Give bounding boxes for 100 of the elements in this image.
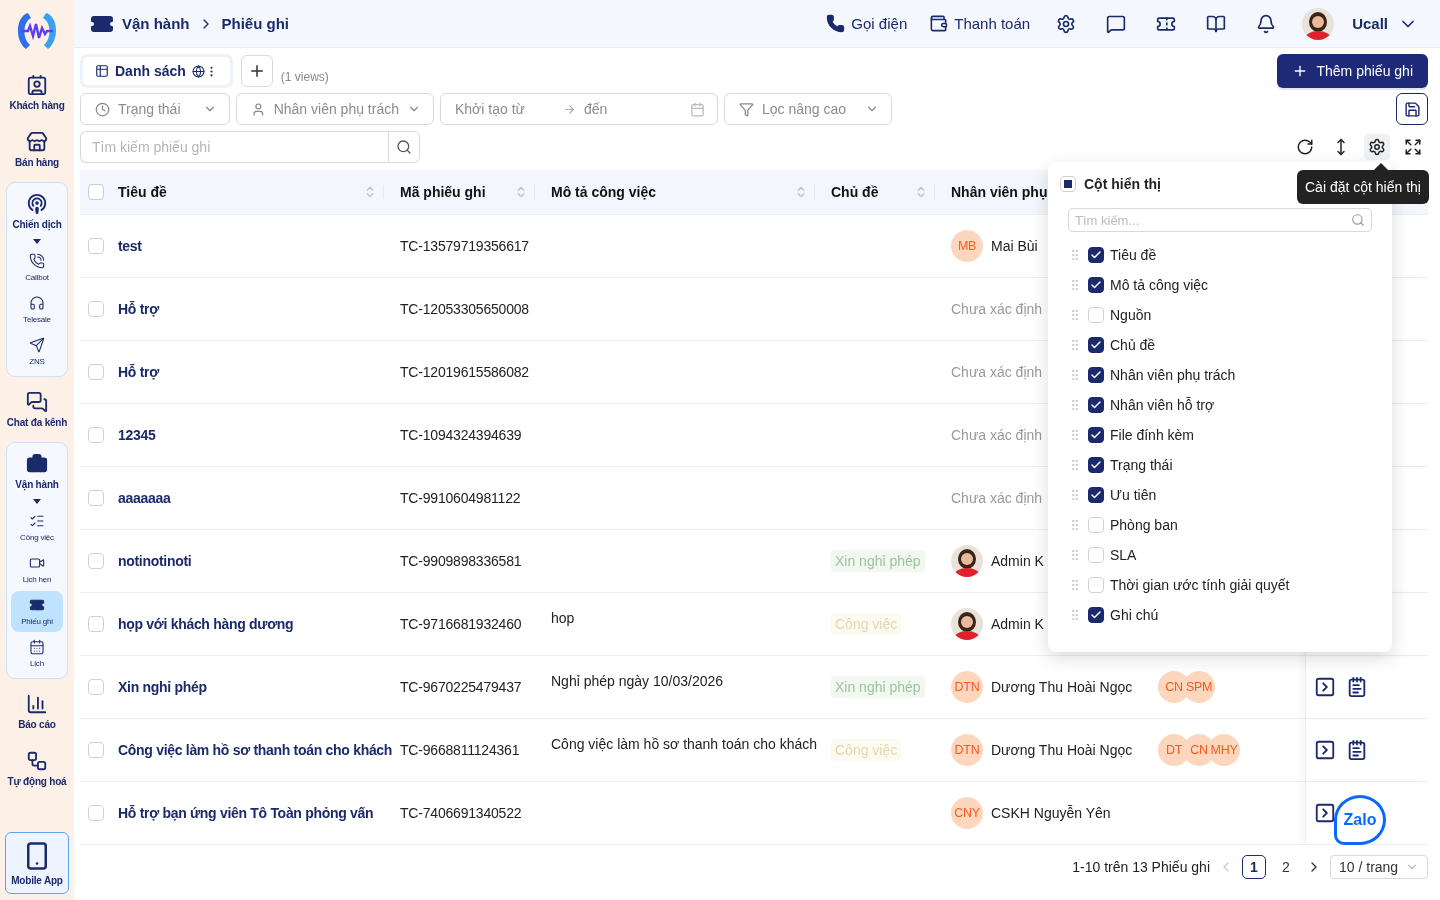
page-button[interactable]: 1 <box>1242 855 1266 879</box>
ticket-title[interactable]: Hỗ trợ <box>118 364 159 380</box>
column-header[interactable]: Tiêu đề <box>118 184 167 200</box>
column-option[interactable]: Ưu tiên <box>1110 487 1157 503</box>
call-button[interactable]: Gọi điện <box>826 14 908 33</box>
checkbox[interactable] <box>1088 277 1104 293</box>
filter-icon <box>739 101 754 117</box>
assignee-name: Dương Thu Hoài Ngọc <box>991 679 1133 695</box>
initials-avatar: MB <box>951 230 983 262</box>
checkbox[interactable] <box>1088 457 1104 473</box>
checkbox[interactable] <box>1088 337 1104 353</box>
breadcrumb-link[interactable]: Vận hành <box>122 15 190 32</box>
column-option[interactable]: Phòng ban <box>1110 517 1178 533</box>
sidebar-item[interactable]: Lịch hẹn <box>11 549 63 590</box>
settings-icon <box>1056 13 1077 34</box>
column-header[interactable]: Nhân viên phụ <box>951 184 1048 200</box>
search-button[interactable] <box>388 131 420 163</box>
ticket-title[interactable]: họp với khách hàng dương <box>118 616 294 632</box>
ticket-title[interactable]: Hỗ trợ <box>118 301 159 317</box>
ticket-title[interactable]: Xin nghỉ phép <box>118 679 207 695</box>
notepad-button[interactable] <box>1346 676 1368 698</box>
column-search-field[interactable]: Tìm kiếm... <box>1068 208 1372 232</box>
unassigned-text: Chưa xác định <box>951 490 1043 506</box>
sidebar-item[interactable]: Bán hàng <box>4 125 70 174</box>
check-icon <box>1090 489 1102 501</box>
checkbox[interactable] <box>1088 247 1104 263</box>
sidebar-item[interactable]: Phiếu ghi <box>11 591 63 632</box>
sidebar-item[interactable]: Vận hành <box>4 447 70 496</box>
sidebar-item[interactable]: Công việc <box>11 507 63 548</box>
caret-icon[interactable] <box>33 239 41 244</box>
refresh-icon <box>1296 138 1314 156</box>
sidebar-item[interactable]: Telesale <box>11 289 63 330</box>
open-button[interactable] <box>1314 676 1336 698</box>
description-text: Công việc làm hồ sơ thanh toán cho khách <box>551 736 817 752</box>
open-button[interactable] <box>1314 739 1336 761</box>
column-option[interactable]: Mô tả công việc <box>1110 277 1209 293</box>
ticket-title[interactable]: Công việc làm hồ sơ thanh toán cho khách <box>118 742 393 758</box>
add-ticket-button[interactable]: Thêm phiếu ghi <box>1277 54 1428 88</box>
column-option[interactable]: Ghi chú <box>1110 607 1159 623</box>
send-icon <box>29 337 45 353</box>
view-tab[interactable]: Danh sách <box>83 57 230 85</box>
date-range-field[interactable]: Khởi tạo từ đến <box>440 93 718 125</box>
calendar-icon <box>29 639 45 655</box>
sort-icon[interactable] <box>514 185 535 199</box>
column-header[interactable]: Mô tả công việc <box>551 184 657 200</box>
ticket-code: TC-9670225479437 <box>400 679 522 695</box>
page-size-select[interactable]: 10 / trang <box>1330 855 1428 879</box>
column-option[interactable]: Nhân viên hỗ trợ <box>1110 397 1215 413</box>
settings-button[interactable] <box>1364 134 1390 160</box>
checkbox[interactable] <box>1088 367 1104 383</box>
advanced-filter-button[interactable]: Lọc nâng cao <box>724 93 892 125</box>
ticket-title[interactable]: Hỗ trợ bạn ứng viên Tô Toàn phỏng vấn <box>118 805 374 821</box>
sidebar-item[interactable]: Khách hàng <box>4 68 70 117</box>
column-option[interactable]: Nhân viên phụ trách <box>1110 367 1236 383</box>
column-option[interactable]: File đính kèm <box>1110 427 1195 443</box>
sidebar-item[interactable]: Chiến dịch <box>4 187 70 236</box>
chat-widget-button[interactable]: Zalo <box>1334 795 1386 845</box>
breadcrumb-link[interactable]: Phiếu ghi <box>221 15 289 32</box>
search-field[interactable]: Tìm kiếm phiếu ghi <box>80 131 388 163</box>
ticket-title[interactable]: test <box>118 238 142 254</box>
sidebar-item[interactable]: Báo cáo <box>4 687 70 736</box>
store-icon <box>26 131 48 153</box>
checkbox[interactable] <box>1088 607 1104 623</box>
sidebar-item[interactable]: Callbot <box>11 247 63 288</box>
assignee-name: Mai Bùi <box>991 238 1038 254</box>
open-button[interactable] <box>1314 802 1336 824</box>
checkbox[interactable] <box>1088 397 1104 413</box>
column-header[interactable]: Mã phiếu ghi <box>400 184 486 200</box>
sort-icon[interactable] <box>914 185 935 199</box>
column-option[interactable]: Chủ đề <box>1110 337 1156 353</box>
checkbox[interactable] <box>1088 427 1104 443</box>
sidebar-item[interactable]: Tự động hoá <box>4 744 70 793</box>
sidebar-item[interactable]: Chat đa kênh <box>4 385 70 434</box>
column-option[interactable]: Trạng thái <box>1110 457 1173 473</box>
column-option[interactable]: Nguồn <box>1110 307 1152 323</box>
sidebar-item[interactable]: Lịch <box>11 633 63 674</box>
caret-icon[interactable] <box>33 499 41 504</box>
sidebar-item[interactable]: ZNS <box>11 331 63 372</box>
check-icon <box>1090 249 1102 261</box>
notepad-button[interactable] <box>1346 739 1368 761</box>
payment-button[interactable]: Thanh toán <box>929 14 1031 33</box>
add-view-button[interactable] <box>240 55 273 87</box>
column-header[interactable]: Chủ đề <box>831 184 879 200</box>
open-icon <box>1314 676 1336 698</box>
column-option[interactable]: Thời gian ước tính giải quyết <box>1110 577 1290 593</box>
column-option[interactable]: Tiêu đề <box>1110 247 1157 263</box>
ticket-title[interactable]: notinotinoti <box>118 553 192 569</box>
filter-select[interactable]: Trạng thái <box>80 93 230 125</box>
user-name[interactable]: Ucall <box>1352 15 1388 32</box>
arrow-right-icon <box>562 102 576 116</box>
column-option[interactable]: SLA <box>1110 547 1137 563</box>
mobile-app-button[interactable]: Mobile App <box>5 832 69 894</box>
sort-icon[interactable] <box>794 185 815 199</box>
ticket-title[interactable]: 12345 <box>118 427 156 443</box>
checkbox[interactable] <box>1088 487 1104 503</box>
topic-tag: Công việc <box>831 613 902 635</box>
unassigned-text: Chưa xác định <box>951 301 1043 317</box>
ticket-title[interactable]: aaaaaaa <box>118 490 171 506</box>
sort-icon[interactable] <box>363 185 384 199</box>
save-button[interactable] <box>1396 93 1428 125</box>
